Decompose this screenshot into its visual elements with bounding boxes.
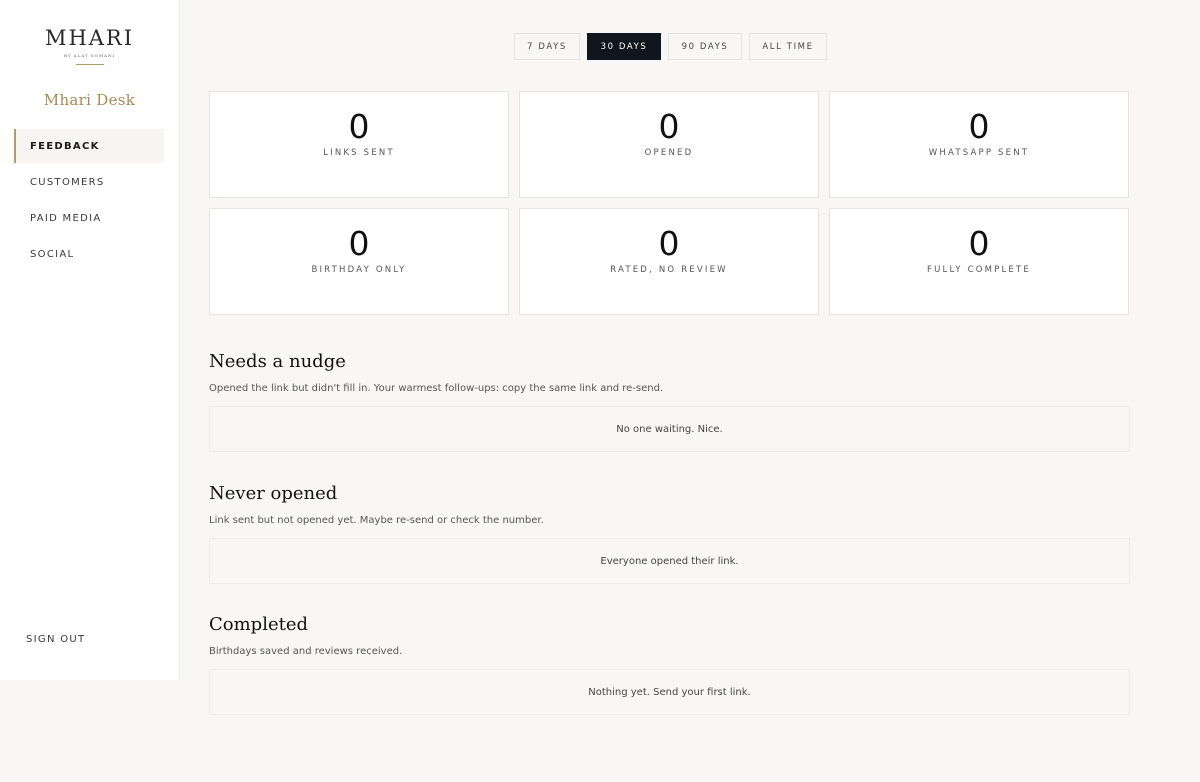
stat-card-rated-no-review: 0 RATED, NO REVIEW xyxy=(519,208,819,315)
stat-value: 0 xyxy=(658,107,680,146)
stats-grid: 0 LINKS SENT 0 OPENED 0 WHATSAPP SENT 0 … xyxy=(209,91,1130,325)
stat-card-links-sent: 0 LINKS SENT xyxy=(209,91,509,198)
section-completed: Completed Birthdays saved and reviews re… xyxy=(209,614,1130,715)
sidebar-item-paid-media[interactable]: PAID MEDIA xyxy=(14,201,164,235)
section-title: Never opened xyxy=(209,483,338,504)
empty-state: Everyone opened their link. xyxy=(209,538,1130,584)
brand-title: Mhari Desk xyxy=(43,91,136,109)
date-range-selector: 7 DAYS 30 DAYS 90 DAYS ALL TIME xyxy=(514,33,827,60)
stat-value: 0 xyxy=(968,107,990,146)
stat-label: WHATSAPP SENT xyxy=(928,148,1030,158)
range-90-days-button[interactable]: 90 DAYS xyxy=(668,33,742,60)
sidebar-item-social[interactable]: SOCIAL xyxy=(14,237,164,271)
section-description: Opened the link but didn't fill in. Your… xyxy=(209,383,664,394)
section-title: Completed xyxy=(209,614,309,635)
logo-wordmark: MHARI xyxy=(44,26,135,50)
stat-card-whatsapp-sent: 0 WHATSAPP SENT xyxy=(829,91,1129,198)
range-7-days-button[interactable]: 7 DAYS xyxy=(514,33,580,60)
section-needs-a-nudge: Needs a nudge Opened the link but didn't… xyxy=(209,351,1130,452)
section-title: Needs a nudge xyxy=(209,351,346,372)
sign-out-button[interactable]: SIGN OUT xyxy=(26,634,85,645)
empty-state: Nothing yet. Send your first link. xyxy=(209,669,1130,715)
sidebar: MHARI BY ALAY SOMANI Mhari Desk FEEDBACK… xyxy=(0,0,180,680)
stat-card-fully-complete: 0 FULLY COMPLETE xyxy=(829,208,1129,315)
section-description: Birthdays saved and reviews received. xyxy=(209,646,403,657)
stat-label: BIRTHDAY ONLY xyxy=(311,265,407,275)
stat-card-birthday-only: 0 BIRTHDAY ONLY xyxy=(209,208,509,315)
stat-card-opened: 0 OPENED xyxy=(519,91,819,198)
logo[interactable]: MHARI BY ALAY SOMANI xyxy=(0,26,179,65)
sidebar-item-customers[interactable]: CUSTOMERS xyxy=(14,165,164,199)
logo-divider xyxy=(75,64,104,65)
stat-value: 0 xyxy=(968,224,990,263)
section-description: Link sent but not opened yet. Maybe re-s… xyxy=(209,515,544,526)
stat-label: OPENED xyxy=(644,148,694,158)
sidebar-item-feedback[interactable]: FEEDBACK xyxy=(14,129,164,163)
stat-value: 0 xyxy=(348,224,370,263)
logo-tagline: BY ALAY SOMANI xyxy=(63,53,116,58)
stat-label: RATED, NO REVIEW xyxy=(610,265,728,275)
stat-value: 0 xyxy=(658,224,680,263)
stat-value: 0 xyxy=(348,107,370,146)
range-all-time-button[interactable]: ALL TIME xyxy=(749,33,827,60)
range-30-days-button[interactable]: 30 DAYS xyxy=(587,33,661,60)
section-never-opened: Never opened Link sent but not opened ye… xyxy=(209,483,1130,584)
stat-label: LINKS SENT xyxy=(323,148,395,158)
empty-state: No one waiting. Nice. xyxy=(209,406,1130,452)
sidebar-nav: FEEDBACK CUSTOMERS PAID MEDIA SOCIAL xyxy=(14,129,164,273)
stat-label: FULLY COMPLETE xyxy=(927,265,1031,275)
